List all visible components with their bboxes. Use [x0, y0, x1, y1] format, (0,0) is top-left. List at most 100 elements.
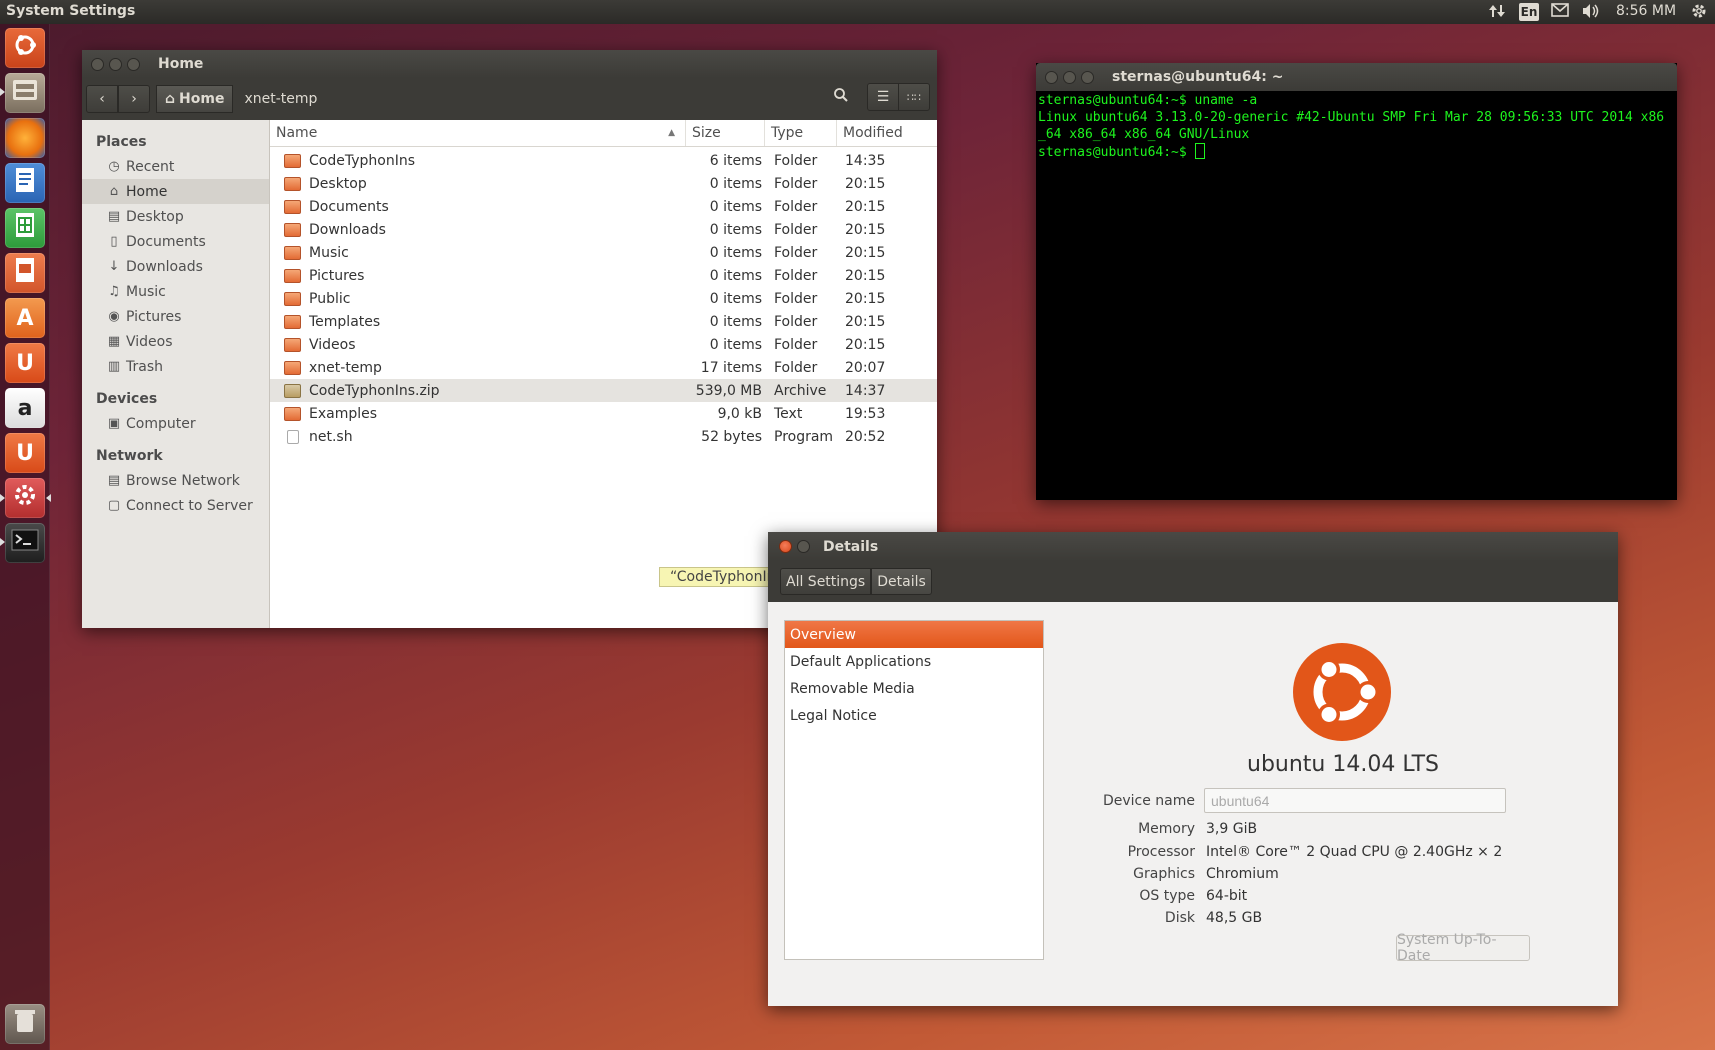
file-name-cell: net.sh — [270, 429, 686, 445]
maximize-button[interactable] — [127, 57, 140, 71]
nav-item-legal-notice[interactable]: Legal Notice — [785, 702, 1043, 729]
impress-launcher-button[interactable] — [5, 253, 45, 293]
sidebar-item-desktop[interactable]: ▤ Desktop — [82, 204, 269, 229]
network-transfer-icon[interactable] — [1488, 3, 1506, 19]
file-modified: 20:15 — [845, 267, 886, 284]
calc-icon — [14, 212, 36, 244]
path-button-home[interactable]: ⌂ Home — [156, 85, 234, 113]
chevron-right-icon: › — [131, 91, 137, 107]
file-row[interactable]: CodeTyphonIns.zip 539,0 MB Archive 14:37 — [270, 379, 937, 402]
clock[interactable]: 8:56 MM — [1616, 3, 1676, 19]
column-header-modified[interactable]: Modified — [837, 120, 937, 146]
file-row[interactable]: Pictures 0 items Folder 20:15 — [270, 264, 937, 287]
volume-icon[interactable] — [1581, 3, 1601, 19]
ubuntu-one-launcher-button[interactable]: U — [5, 343, 45, 383]
folder-icon — [284, 153, 301, 168]
graphics-value: Chromium — [1206, 866, 1279, 882]
file-row[interactable]: Videos 0 items Folder 20:15 — [270, 333, 937, 356]
window-title: Details — [823, 538, 879, 555]
search-button[interactable] — [826, 83, 856, 111]
sidebar-item-trash[interactable]: ▥ Trash — [82, 354, 269, 379]
list-view-button[interactable]: ☰ — [867, 83, 899, 111]
path-button-xnet-temp[interactable]: xnet-temp — [233, 85, 328, 113]
file-name: CodeTyphonIns — [309, 152, 415, 169]
device-name-field[interactable] — [1204, 788, 1506, 813]
file-size: 9,0 kB — [717, 405, 762, 422]
file-row[interactable]: net.sh 52 bytes Program 20:52 — [270, 425, 937, 448]
terminal-prompt-line: sternas@ubuntu64:~$ — [1038, 143, 1675, 161]
sidebar-item-documents[interactable]: ▯ Documents — [82, 229, 269, 254]
system-settings-launcher-button[interactable] — [5, 478, 45, 518]
file-row[interactable]: xnet-temp 17 items Folder 20:07 — [270, 356, 937, 379]
close-button[interactable] — [91, 57, 104, 71]
gear-icon[interactable] — [1690, 2, 1708, 20]
details-titlebar[interactable]: Details — [768, 532, 1618, 561]
ubuntu-one-music-launcher-button[interactable]: U — [5, 433, 45, 473]
file-row[interactable]: Public 0 items Folder 20:15 — [270, 287, 937, 310]
file-row[interactable]: Templates 0 items Folder 20:15 — [270, 310, 937, 333]
column-header-name[interactable]: Name ▲ — [270, 120, 686, 146]
grid-view-button[interactable]: ∷∷ — [898, 83, 930, 111]
info-labels: Device name Memory Processor Graphics OS… — [768, 602, 1195, 926]
terminal-launcher-button[interactable] — [5, 523, 45, 563]
back-button[interactable]: ‹ — [86, 85, 118, 113]
terminal-output[interactable]: sternas@ubuntu64:~$ uname -a Linux ubuntu… — [1036, 91, 1677, 162]
sidebar-item-home[interactable]: ⌂ Home — [82, 179, 269, 204]
sidebar-item-computer[interactable]: ▣ Computer — [82, 411, 269, 436]
sidebar-item-music[interactable]: ♫ Music — [82, 279, 269, 304]
file-row[interactable]: Downloads 0 items Folder 20:15 — [270, 218, 937, 241]
folder-icon — [284, 245, 301, 260]
calc-launcher-button[interactable] — [5, 208, 45, 248]
archive-icon — [284, 383, 301, 398]
sidebar-item-connect-to-server[interactable]: ▢ Connect to Server — [82, 493, 269, 518]
column-header-size[interactable]: Size — [686, 120, 765, 146]
sidebar-item-videos[interactable]: ▦ Videos — [82, 329, 269, 354]
sidebar-item-downloads[interactable]: ↓ Downloads — [82, 254, 269, 279]
system-up-to-date-button[interactable]: System Up-To-Date — [1396, 932, 1530, 964]
nav-item-default-applications[interactable]: Default Applications — [785, 648, 1043, 675]
nav-item-overview[interactable]: Overview — [785, 621, 1043, 648]
file-row[interactable]: Desktop 0 items Folder 20:15 — [270, 172, 937, 195]
file-name: CodeTyphonIns.zip — [309, 382, 440, 399]
file-row[interactable]: Music 0 items Folder 20:15 — [270, 241, 937, 264]
terminal-line: sternas@ubuntu64:~$ uname -a — [1038, 93, 1258, 108]
files-launcher-button[interactable] — [5, 73, 45, 113]
maximize-button[interactable] — [1081, 70, 1094, 84]
keyboard-layout-indicator[interactable]: En — [1519, 3, 1539, 21]
amazon-launcher-button[interactable]: a — [5, 388, 45, 428]
breadcrumb-all-settings[interactable]: All Settings — [780, 568, 872, 595]
dash-home-button[interactable] — [5, 28, 45, 68]
files-titlebar[interactable]: Home — [82, 50, 937, 78]
firefox-launcher-button[interactable] — [5, 118, 45, 158]
close-button[interactable] — [1045, 70, 1058, 84]
ubuntu-one-icon: U — [16, 440, 34, 466]
file-type: Folder — [774, 313, 818, 330]
file-name-cell: Public — [270, 291, 686, 307]
nav-item-removable-media[interactable]: Removable Media — [785, 675, 1043, 702]
chevron-left-icon: ‹ — [99, 91, 105, 107]
sidebar-item-label: Pictures — [126, 308, 182, 325]
forward-button[interactable]: › — [118, 85, 150, 113]
writer-launcher-button[interactable] — [5, 163, 45, 203]
column-header-type[interactable]: Type — [765, 120, 837, 146]
file-size: 0 items — [709, 313, 762, 330]
breadcrumb-details[interactable]: Details — [871, 568, 932, 595]
file-row[interactable]: CodeTyphonIns 6 items Folder 14:35 — [270, 149, 937, 172]
file-size: 0 items — [709, 221, 762, 238]
file-row[interactable]: Examples 9,0 kB Text 19:53 — [270, 402, 937, 425]
close-button[interactable] — [779, 540, 792, 553]
software-center-launcher-button[interactable]: A — [5, 298, 45, 338]
running-indicator — [0, 538, 5, 546]
sidebar-item-label: Videos — [126, 333, 173, 350]
sidebar-item-recent[interactable]: ◷ Recent — [82, 154, 269, 179]
minimize-button[interactable] — [1063, 70, 1076, 84]
trash-launcher-button[interactable] — [5, 1004, 45, 1044]
sidebar-item-browse-network[interactable]: ▤ Browse Network — [82, 468, 269, 493]
file-row[interactable]: Documents 0 items Folder 20:15 — [270, 195, 937, 218]
sidebar-item-pictures[interactable]: ◉ Pictures — [82, 304, 269, 329]
terminal-titlebar[interactable]: sternas@ubuntu64: ~ — [1036, 63, 1677, 91]
file-name: Examples — [309, 405, 378, 422]
mail-icon[interactable] — [1551, 3, 1569, 17]
minimize-button[interactable] — [109, 57, 122, 71]
minimize-button[interactable] — [797, 540, 810, 553]
